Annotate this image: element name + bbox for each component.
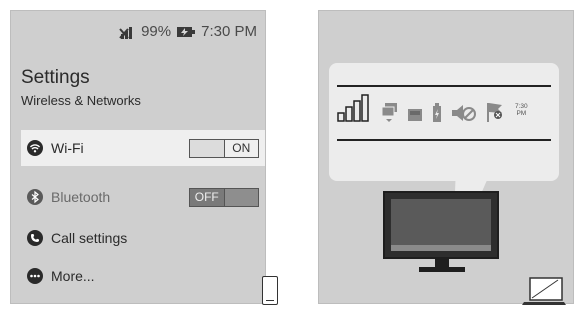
tray-clock-ampm: PM	[516, 110, 527, 117]
tray-clock-time: 7:30	[515, 103, 528, 110]
monitor-stand-foot	[419, 267, 465, 272]
callout-divider-bottom	[337, 139, 551, 141]
network-display-icon[interactable]	[381, 101, 399, 123]
bluetooth-label: Bluetooth	[51, 189, 111, 205]
battery-percent: 99%	[141, 23, 172, 40]
more-label: More...	[51, 268, 95, 284]
page-title: Settings	[21, 67, 90, 88]
call-settings-label: Call settings	[51, 230, 128, 246]
toggle-on-label: ON	[224, 139, 258, 157]
pc-tray-panel: 7:30 PM	[318, 10, 574, 304]
monitor-taskbar	[391, 245, 491, 251]
more-row[interactable]: More...	[21, 258, 265, 294]
system-tray: 7:30 PM	[337, 93, 528, 123]
status-bar: 99% 7:30 PM	[119, 23, 257, 40]
window-icon[interactable]	[407, 107, 423, 123]
no-signal-icon	[119, 26, 133, 39]
clock: 7:30 PM	[201, 23, 257, 40]
toggle-off-label: OFF	[190, 188, 225, 206]
page-subtitle: Wireless & Networks	[21, 93, 141, 108]
tray-clock[interactable]: 7:30 PM	[515, 103, 528, 117]
monitor-stand-neck	[435, 259, 449, 267]
battery-charging-icon	[177, 26, 196, 37]
bluetooth-setting-row[interactable]: Bluetooth OFF	[21, 179, 265, 215]
bluetooth-toggle[interactable]: OFF	[189, 187, 259, 207]
bluetooth-icon	[27, 189, 43, 205]
battery-plug-icon[interactable]	[431, 103, 443, 123]
more-dots-icon	[27, 268, 43, 284]
call-settings-row[interactable]: Call settings	[21, 220, 265, 256]
phone-call-icon	[27, 230, 43, 246]
volume-muted-icon[interactable]	[451, 103, 477, 123]
laptop-icon	[522, 277, 566, 305]
smartphone-icon	[262, 276, 278, 305]
wifi-label: Wi-Fi	[51, 140, 84, 156]
wifi-setting-row[interactable]: Wi-Fi ON	[21, 130, 265, 166]
monitor-icon	[383, 191, 499, 259]
phone-settings-panel: 99% 7:30 PM Settings Wireless & Networks…	[10, 10, 266, 304]
tray-callout: 7:30 PM	[329, 63, 559, 181]
wifi-toggle[interactable]: ON	[189, 138, 259, 158]
wifi-icon	[27, 140, 43, 156]
action-center-flag-icon[interactable]	[485, 101, 505, 123]
callout-divider-top	[337, 85, 551, 87]
signal-bars-icon[interactable]	[337, 93, 373, 123]
